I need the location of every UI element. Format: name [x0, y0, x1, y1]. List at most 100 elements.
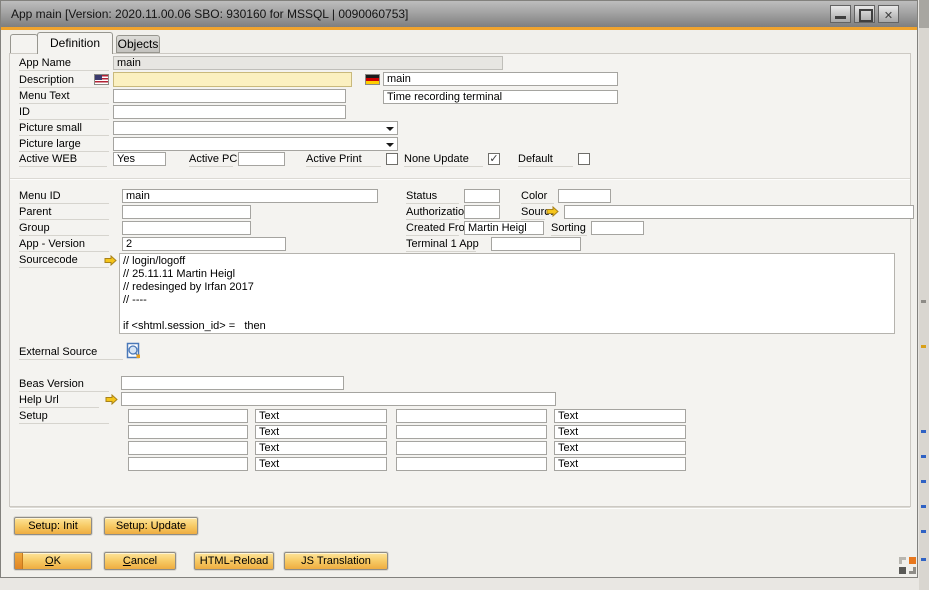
app-main-dialog: App main [Version: 2020.11.00.06 SBO: 93…: [0, 0, 918, 578]
section-divider: [10, 178, 910, 180]
picture-large-label: Picture large: [19, 138, 109, 152]
setup-type2-dropdown[interactable]: Text: [554, 441, 686, 455]
link-arrow-icon[interactable]: [105, 394, 118, 405]
description-en-input[interactable]: [113, 72, 352, 87]
description-de-input[interactable]: main: [383, 72, 618, 86]
active-pc-dropdown[interactable]: [238, 152, 285, 166]
maximize-button[interactable]: [854, 5, 875, 23]
setup-type2-dropdown[interactable]: Text: [554, 425, 686, 439]
html-reload-button[interactable]: HTML-Reload: [194, 552, 274, 570]
footer-divider: [10, 507, 910, 509]
default-button-indicator: [15, 553, 23, 569]
beas-version-input[interactable]: [121, 376, 344, 390]
picture-small-label: Picture small: [19, 122, 109, 136]
sourcecode-textarea[interactable]: // login/logoff // 25.11.11 Martin Heigl…: [119, 253, 895, 334]
menu-text-de-input[interactable]: Time recording terminal: [383, 90, 618, 104]
setup-value1-input[interactable]: [128, 457, 248, 471]
window-title: App main [Version: 2020.11.00.06 SBO: 93…: [11, 7, 408, 21]
created-from-label: Created From: [406, 222, 459, 236]
picture-small-dropdown[interactable]: [113, 121, 398, 135]
parent-label: Parent: [19, 206, 109, 220]
setup-value1-input[interactable]: [128, 409, 248, 423]
status-label: Status: [406, 190, 459, 204]
external-source-preview-icon[interactable]: [126, 342, 141, 360]
source-label: Source: [521, 206, 545, 220]
tab-objects[interactable]: Objects: [116, 35, 160, 53]
menu-text-en-input[interactable]: [113, 89, 346, 103]
setup-type1-dropdown[interactable]: Text: [255, 425, 387, 439]
menu-text-label: Menu Text: [19, 90, 109, 104]
setup-type1-dropdown[interactable]: Text: [255, 441, 387, 455]
minimize-button[interactable]: [830, 5, 851, 23]
help-url-input[interactable]: [121, 392, 556, 406]
active-print-label: Active Print: [306, 153, 381, 167]
picture-large-dropdown[interactable]: [113, 137, 398, 151]
setup-type2-dropdown[interactable]: Text: [554, 409, 686, 423]
default-label: Default: [518, 153, 573, 167]
default-checkbox[interactable]: [578, 153, 590, 165]
accent-line: [1, 27, 917, 30]
setup-update-button[interactable]: Setup: Update: [104, 517, 198, 535]
link-arrow-icon[interactable]: [546, 206, 559, 217]
setup-value2-input[interactable]: [396, 457, 547, 471]
help-url-label: Help Url: [19, 394, 99, 408]
dropdown-arrow-icon: [386, 143, 394, 147]
setup-type2-dropdown[interactable]: Text: [554, 457, 686, 471]
setup-value1-input[interactable]: [128, 425, 248, 439]
color-label: Color: [521, 190, 554, 204]
active-print-checkbox[interactable]: [386, 153, 398, 165]
source-input[interactable]: [564, 205, 914, 219]
setup-value2-input[interactable]: [396, 409, 547, 423]
menu-id-label: Menu ID: [19, 190, 109, 204]
created-from-input[interactable]: Martin Heigl: [464, 221, 544, 235]
setup-value2-input[interactable]: [396, 425, 547, 439]
active-pc-label: Active PC: [189, 153, 233, 167]
external-source-label: External Source: [19, 346, 123, 360]
setup-type1-dropdown[interactable]: Text: [255, 409, 387, 423]
setup-value1-input[interactable]: [128, 441, 248, 455]
active-web-dropdown[interactable]: Yes: [113, 152, 166, 166]
authorization-label: Authorization: [406, 206, 459, 220]
ok-button[interactable]: OK: [14, 552, 92, 570]
terminal1-app-dropdown[interactable]: [491, 237, 581, 251]
background-window-titlebar-fragment: [919, 0, 929, 28]
id-label: ID: [19, 106, 109, 120]
minimize-icon: [835, 16, 846, 19]
german-flag-icon: [365, 74, 380, 85]
group-label: Group: [19, 222, 109, 236]
setup-init-button[interactable]: Setup: Init: [14, 517, 92, 535]
setup-value2-input[interactable]: [396, 441, 547, 455]
menu-id-input[interactable]: main: [122, 189, 378, 203]
setup-label: Setup: [19, 410, 109, 424]
link-arrow-icon[interactable]: [104, 255, 117, 266]
app-name-label: App Name: [19, 57, 109, 71]
terminal1-app-label: Terminal 1 App: [406, 238, 476, 252]
beas-version-label: Beas Version: [19, 378, 109, 392]
desktop-strip: [0, 578, 919, 590]
us-flag-icon: [94, 74, 109, 85]
app-name-field: main: [113, 56, 503, 70]
title-bar[interactable]: App main [Version: 2020.11.00.06 SBO: 93…: [1, 1, 917, 27]
background-window-sliver: [919, 0, 929, 590]
resize-grip-icon[interactable]: [899, 557, 916, 574]
dropdown-arrow-icon: [386, 127, 394, 131]
authorization-dropdown[interactable]: [464, 205, 500, 219]
sorting-input[interactable]: [591, 221, 644, 235]
setup-type1-dropdown[interactable]: Text: [255, 457, 387, 471]
app-version-input[interactable]: 2: [122, 237, 286, 251]
id-input[interactable]: [113, 105, 346, 119]
tab-definition[interactable]: Definition: [37, 32, 113, 54]
sourcecode-label: Sourcecode: [19, 254, 109, 268]
sourcecode-text: // login/logoff // 25.11.11 Martin Heigl…: [120, 254, 894, 334]
maximize-icon: [859, 9, 873, 22]
color-dropdown[interactable]: [558, 189, 611, 203]
close-button[interactable]: ✕: [878, 5, 899, 23]
none-update-checkbox[interactable]: ✓: [488, 153, 500, 165]
tab-stub: [10, 34, 38, 54]
sorting-label: Sorting: [551, 222, 587, 236]
parent-dropdown[interactable]: [122, 205, 251, 219]
status-dropdown[interactable]: [464, 189, 500, 203]
cancel-button[interactable]: Cancel: [104, 552, 176, 570]
group-dropdown[interactable]: [122, 221, 251, 235]
js-translation-button[interactable]: JS Translation: [284, 552, 388, 570]
